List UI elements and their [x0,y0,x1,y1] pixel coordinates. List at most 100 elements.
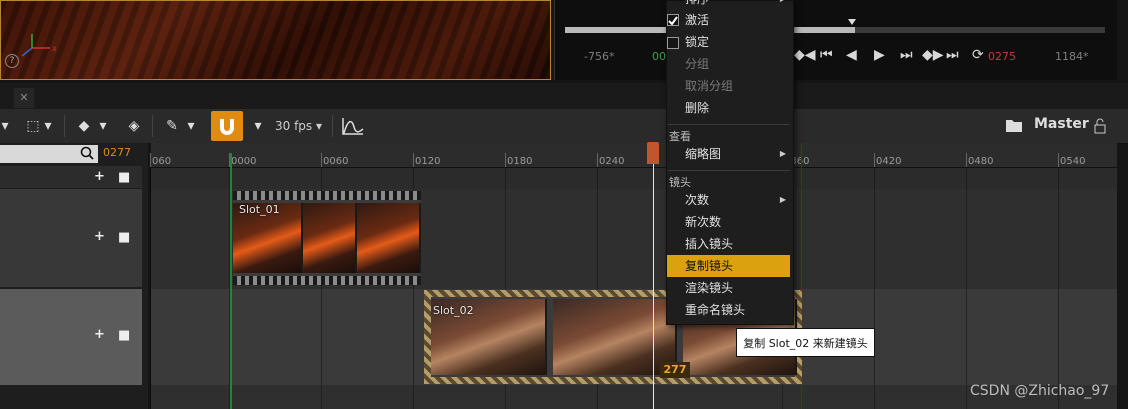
ruler-tick-line [321,153,322,167]
ruler-tick-label: 0420 [876,156,902,167]
playback-scrub-handle[interactable] [848,19,856,25]
camera-icon[interactable]: ■ [118,230,130,245]
add-track-button[interactable]: + [94,169,105,184]
menu-item-label: 重命名镜头 [685,303,746,317]
shot-label: Slot_01 [239,203,280,216]
shot-label: Slot_02 [433,304,474,317]
frame-rate-dropdown[interactable]: 30 fps ▾ [275,116,322,136]
toolbar-separator [332,115,333,137]
tab-close-icon[interactable]: ✕ [14,88,34,108]
level-viewport[interactable] [0,0,551,80]
menu-item-render-shot[interactable]: 渲染镜头 [667,277,790,299]
step-back-icon[interactable]: ⏮ [820,47,833,63]
svg-text:x: x [52,44,57,53]
ruler-tick-label: 0000 [231,156,257,167]
playback-range-end[interactable]: 1184* [1055,50,1089,63]
menu-item-thumbnails[interactable]: 缩略图 ▶ [667,143,790,165]
filmstrip-edge [233,276,421,285]
ruler-tick-label: 0060 [323,156,349,167]
timeline-gridline [150,167,151,409]
playback-start-frame[interactable]: 00 [652,50,666,63]
magnet-icon [220,119,234,135]
timeline-gridline [1058,167,1059,409]
menu-item-label: 次数 [685,193,710,207]
frame-rate-label: 30 fps [275,119,313,133]
snap-toggle-button[interactable] [211,111,243,141]
ruler-tick-line [597,153,598,167]
shot-thumbnail [303,203,357,273]
loop-icon[interactable]: ⟳ [972,47,984,63]
menu-tooltip: 复制 Slot_02 来新建镜头 [736,328,875,357]
menu-item-group: 分组 [667,53,790,75]
selection-dropdown-arrow[interactable]: ▾ [42,115,54,137]
key-dropdown-arrow[interactable]: ▾ [96,115,110,137]
camera-icon[interactable]: ■ [118,170,130,185]
current-frame-readout[interactable]: 0277 [103,146,131,159]
ruler-tick-line [966,153,967,167]
edit-pencil-icon[interactable]: ✎ [160,115,184,137]
master-sequence-label[interactable]: Master [1034,116,1089,132]
timeline-gridline [966,167,967,409]
playhead-handle[interactable] [647,142,659,164]
playhead-frame-label: 277 [660,362,690,378]
menu-item-locked[interactable]: 锁定 [667,31,790,53]
search-icon[interactable] [80,146,94,160]
lock-icon[interactable] [1093,118,1107,134]
shot-thumbnail [357,203,421,273]
menu-item-new-take[interactable]: 新次数 [667,211,790,233]
menu-item-label: 取消分组 [685,79,734,93]
menu-item-label: 分组 [685,57,710,71]
menu-item-active[interactable]: 激活 [667,9,790,31]
add-track-button[interactable]: + [94,327,105,342]
add-track-button[interactable]: + [94,229,105,244]
menu-item-label: 激活 [685,13,710,27]
play-reverse-icon[interactable]: ◀ [846,47,857,63]
menu-item-label: 锁定 [685,35,710,49]
menu-item-delete[interactable]: 删除 [667,97,790,119]
menu-item-label: 删除 [685,101,710,115]
playback-range-start[interactable]: -756* [584,50,614,63]
menu-item-duplicate-shot[interactable]: 复制镜头 [667,255,790,277]
curve-editor-icon[interactable] [340,115,366,137]
timeline-gridline [874,167,875,409]
ruler-tick-label: 0540 [1060,156,1086,167]
toolbar-separator [152,115,153,137]
frame-rate-arrow: ▾ [316,119,323,133]
shot-thumbnail [553,299,677,375]
menu-section-shot: 镜头 [669,176,691,189]
submenu-arrow-icon: ▶ [779,195,786,204]
ruler-tick-label: 0240 [599,156,625,167]
playback-panel [554,0,1117,80]
timeline-lane-header [151,167,1117,189]
step-forward-icon[interactable]: ⏭ [900,47,913,63]
playhead-line [653,160,654,409]
jump-to-previous-key-icon[interactable]: ◆◀ [794,47,816,63]
jump-to-next-key-icon[interactable]: ◆▶ [922,47,944,63]
shot-clip-slot-01[interactable]: Slot_01 [233,191,421,285]
menu-item-takes[interactable]: 次数 ▶ [667,189,790,211]
menu-item-label: 复制镜头 [685,259,734,273]
menu-item-insert-shot[interactable]: 插入镜头 [667,233,790,255]
menu-item-ungroup: 取消分组 [667,75,790,97]
auto-key-icon[interactable]: ◈ [122,115,146,137]
ruler-tick-line [1058,153,1059,167]
help-icon[interactable]: ? [5,54,19,68]
playback-end-frame[interactable]: 0275 [988,50,1016,63]
toolbar-separator [64,115,65,137]
watermark: CSDN @Zhichao_97 [970,383,1110,399]
edit-dropdown-arrow[interactable]: ▾ [184,115,198,137]
editor-tab-strip [0,83,1128,109]
jump-to-end-icon[interactable]: ⏭ [946,47,959,63]
camera-icon[interactable]: ■ [118,328,130,343]
key-diamond-icon[interactable]: ◆ [72,115,96,137]
playback-start-marker[interactable] [230,153,232,409]
toolbar-dropdown-arrow[interactable]: ▾ [0,115,10,137]
menu-item-label: 新次数 [685,215,722,229]
selection-mode-icon[interactable]: ⬚ [24,115,42,137]
menu-item-label: 插入镜头 [685,237,734,251]
snap-dropdown-arrow[interactable]: ▾ [250,115,266,137]
play-icon[interactable]: ▶ [874,47,885,63]
menu-item-rename-shot[interactable]: 重命名镜头 [667,299,790,321]
folder-icon[interactable] [1005,117,1023,133]
menu-separator [668,170,790,171]
